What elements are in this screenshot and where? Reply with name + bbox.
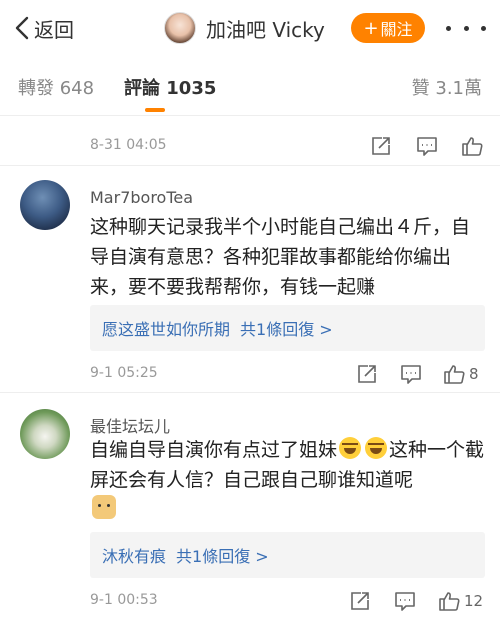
user-name: 加油吧 Vicky — [206, 17, 325, 42]
repost-icon — [351, 592, 369, 610]
comment-text: 自编自导自演你有点过了姐妹 这种一个截屏还会有人信？自己跟自己聊谁知道呢 — [90, 435, 485, 525]
repost-button[interactable] — [356, 361, 378, 387]
more-dot — [481, 25, 486, 31]
user-avatar[interactable] — [164, 12, 196, 44]
back-button[interactable]: 返回 — [14, 12, 74, 44]
comment-time: 9-1 00:53 — [90, 592, 158, 608]
active-tab-indicator — [145, 108, 165, 112]
follow-button[interactable]: + 關注 — [351, 13, 425, 43]
commenter-name[interactable]: 最佳坛坛儿 — [90, 413, 170, 437]
reply-preview[interactable]: 愿这盛世如你所期 共1條回復 > — [90, 305, 485, 351]
more-icon[interactable] — [446, 14, 486, 42]
comment-time: 9-1 05:25 — [90, 365, 158, 381]
top-nav-bar: 返回 加油吧 Vicky + 關注 — [0, 0, 500, 56]
like-button[interactable]: 8 — [443, 361, 479, 387]
like-count: 8 — [469, 365, 479, 383]
reply-count[interactable]: 共1條回復 > — [240, 316, 333, 340]
tab-likes[interactable]: 贊 3.1萬 — [412, 74, 482, 100]
laugh-emoji-icon — [365, 437, 388, 459]
comment-icon — [417, 137, 437, 156]
comment-meta-row: 9-1 05:25 8 — [0, 359, 500, 389]
repost-button[interactable] — [370, 133, 392, 159]
repost-icon — [372, 137, 390, 155]
comment-item: Mar7boroTea 这种聊天记录我半个小时能自己编出４斤，自导自演有意思？各… — [0, 166, 500, 391]
comment-meta-row: 9-1 00:53 12 — [0, 586, 500, 616]
comment-text: 这种聊天记录我半个小时能自己编出４斤，自导自演有意思？各种犯罪故事都能给你编出来… — [90, 216, 471, 298]
like-icon — [444, 365, 465, 384]
more-dot — [446, 25, 451, 31]
back-label: 返回 — [34, 17, 74, 42]
doge-emoji-icon — [92, 495, 116, 519]
follow-label: 關注 — [380, 20, 413, 39]
tab-repost[interactable]: 轉發 648 — [18, 74, 94, 100]
laugh-emoji-icon — [339, 437, 362, 459]
comment-item: 最佳坛坛儿 自编自导自演你有点过了姐妹 这种一个截屏还会有人信？自己跟自己聊谁知道… — [0, 393, 500, 627]
post-tabs: 轉發 648 評論 1035 贊 3.1萬 — [0, 56, 500, 116]
reply-author[interactable]: 愿这盛世如你所期 — [102, 316, 230, 340]
reply-author[interactable]: 沐秋有痕 — [102, 543, 166, 567]
repost-icon — [358, 365, 376, 383]
like-button[interactable] — [461, 133, 483, 159]
comment-meta-row: 8-31 04:05 — [0, 131, 500, 161]
plus-icon: + — [363, 17, 379, 39]
comment-button[interactable] — [400, 361, 422, 387]
commenter-name[interactable]: Mar7boroTea — [90, 188, 193, 207]
comment-time: 8-31 04:05 — [90, 137, 167, 153]
repost-button[interactable] — [349, 588, 371, 614]
like-count: 12 — [464, 592, 484, 610]
comment-button[interactable] — [394, 588, 416, 614]
comment-icon — [401, 365, 421, 384]
avatar[interactable] — [20, 180, 70, 230]
back-chevron-icon — [15, 16, 29, 40]
tab-comments[interactable]: 評論 1035 — [124, 74, 216, 100]
like-icon — [462, 137, 483, 156]
reply-preview[interactable]: 沐秋有痕 共1條回復 > — [90, 532, 485, 578]
like-button[interactable]: 12 — [438, 588, 483, 614]
reply-count[interactable]: 共1條回復 > — [176, 543, 269, 567]
avatar[interactable] — [20, 409, 70, 459]
more-dot — [463, 25, 469, 31]
nav-user[interactable]: 加油吧 Vicky — [164, 11, 325, 45]
like-icon — [439, 592, 460, 611]
comment-button[interactable] — [416, 133, 438, 159]
comment-icon — [395, 592, 415, 611]
comment-text-part: 自编自导自演你有点过了姐妹 — [90, 439, 338, 461]
